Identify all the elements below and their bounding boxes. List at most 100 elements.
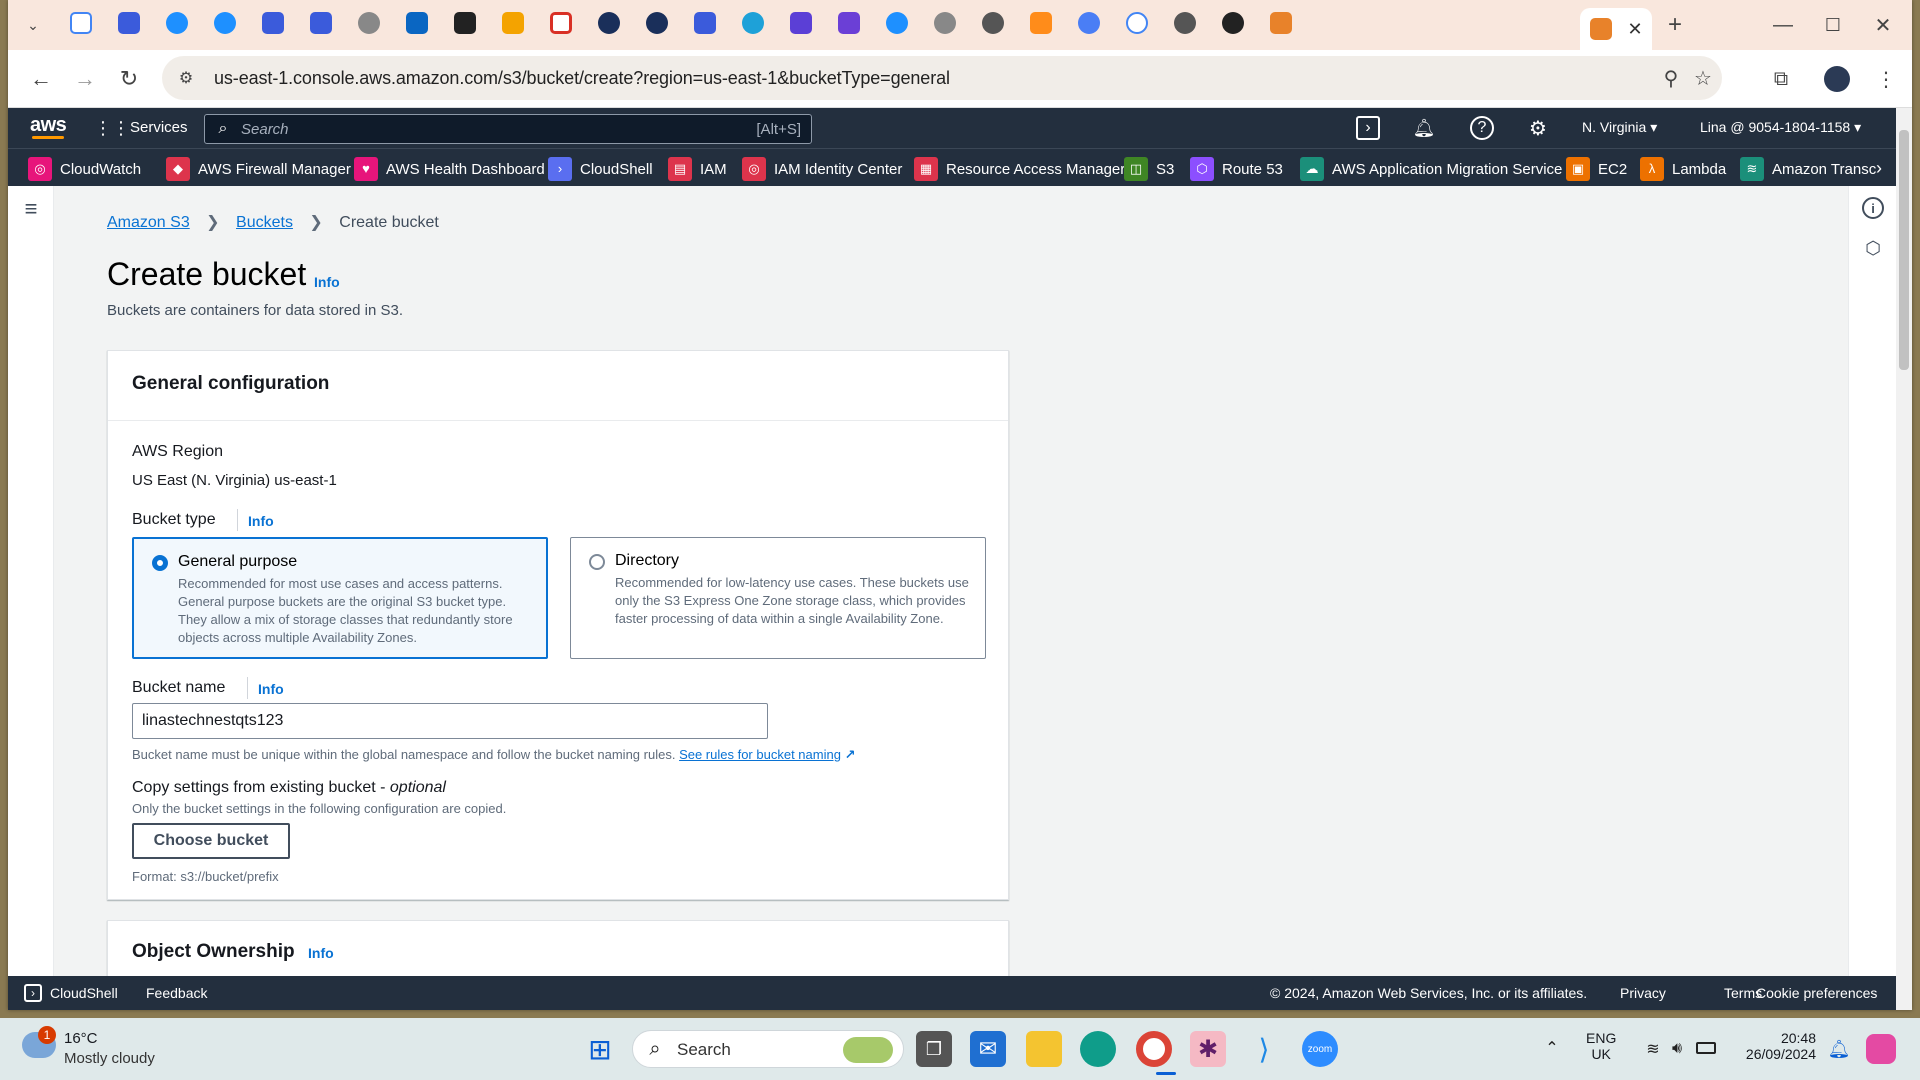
tab-icon[interactable] [1174,12,1196,34]
mail-icon[interactable]: ✉ [970,1031,1006,1067]
edge-icon[interactable] [1080,1031,1116,1067]
tab-icon[interactable] [454,12,476,34]
battery-icon[interactable] [1696,1042,1716,1054]
tab-icon[interactable] [1078,12,1100,34]
tab-icon[interactable] [886,12,908,34]
site-info-icon[interactable]: ⚙ [174,66,198,90]
fav-iam[interactable]: ▤ IAM [668,157,727,181]
fav-firewall-manager[interactable]: ◆ AWS Firewall Manager [166,157,351,181]
scroll-thumb[interactable] [1899,130,1909,370]
fav-cloudshell[interactable]: › CloudShell [548,157,653,181]
tab-icon[interactable] [310,12,332,34]
region-selector[interactable]: N. Virginia ▾ [1582,119,1657,136]
tab-icon[interactable] [358,12,380,34]
tab-icon[interactable] [790,12,812,34]
bookmark-star-icon[interactable]: ☆ [1690,65,1716,91]
tab-icon[interactable] [502,12,524,34]
tab-icon[interactable] [166,12,188,34]
tab-icon[interactable] [1270,12,1292,34]
tab-icon[interactable] [1030,12,1052,34]
directory-option[interactable]: Directory Recommended for low-latency us… [570,537,986,659]
tab-icon[interactable] [1222,12,1244,34]
bucket-name-input[interactable]: linastechnestqts123 [132,703,768,739]
tab-icon[interactable] [646,12,668,34]
tab-icon[interactable] [262,12,284,34]
account-menu[interactable]: Lina @ 9054-1804-1158 ▾ [1700,119,1861,136]
breadcrumb-amazon-s3[interactable]: Amazon S3 [107,214,190,231]
minimize-icon[interactable]: — [1768,10,1798,40]
radio-selected[interactable] [152,555,168,571]
settings-gear-icon[interactable]: ⚙ [1526,116,1550,140]
ownership-info-link[interactable]: Info [308,945,334,961]
menu-icon[interactable]: ⋮ [1874,64,1898,94]
notification-bell-icon[interactable]: 🔔︎ [1828,1036,1851,1062]
active-tab[interactable]: ✕ [1580,8,1652,50]
address-bar[interactable]: ⚙ us-east-1.console.aws.amazon.com/s3/bu… [162,56,1722,100]
fav-route53[interactable]: ⬡ Route 53 [1190,157,1283,181]
vscode-icon[interactable]: ⟩ [1246,1031,1282,1067]
aws-logo[interactable]: aws [30,114,67,137]
back-icon[interactable]: ← [26,64,56,94]
fav-ec2[interactable]: ▣ EC2 [1566,157,1627,181]
fav-resource-access-manager[interactable]: ▦ Resource Access Manager [914,157,1125,181]
tab-icon[interactable] [838,12,860,34]
footer-cloudshell[interactable]: CloudShell [50,985,118,1001]
chrome-icon[interactable] [1136,1031,1172,1067]
fav-lambda[interactable]: λ Lambda [1640,157,1726,181]
favorites-scroll-right-icon[interactable]: › [1870,157,1888,179]
tab-icon[interactable] [934,12,956,34]
notifications-bell-icon[interactable]: 🔔︎ [1412,116,1436,140]
info-panel-icon[interactable]: i [1862,197,1884,219]
footer-feedback[interactable]: Feedback [146,985,207,1001]
naming-rules-link[interactable]: See rules for bucket naming [679,747,841,762]
windows-start-icon[interactable]: ⊞ [582,1031,618,1067]
help-icon[interactable]: ? [1470,116,1494,140]
page-scrollbar[interactable] [1896,108,1912,1010]
task-view-icon[interactable]: ❐ [916,1031,952,1067]
taskbar-search[interactable]: ⌕ Search [632,1030,904,1068]
tab-icon[interactable] [550,12,572,34]
choose-bucket-button[interactable]: Choose bucket [132,823,290,859]
cloudshell-icon[interactable]: › [1356,116,1380,140]
radio-unselected[interactable] [589,554,605,570]
footer-privacy[interactable]: Privacy [1620,985,1666,1001]
fav-amazon-transcribe[interactable]: ≋ Amazon Transc [1740,157,1876,181]
feedback-hexagon-icon[interactable]: ⬡ [1862,237,1884,259]
tab-icon[interactable] [406,12,428,34]
bucket-type-info-link[interactable]: Info [248,513,274,529]
fav-s3[interactable]: ◫ S3 [1124,157,1174,181]
close-window-icon[interactable]: ✕ [1868,10,1898,40]
tab-icon[interactable] [70,12,92,34]
external-link-icon[interactable]: ↗ [845,747,856,762]
show-hidden-icons-icon[interactable]: ⌃ [1540,1036,1564,1060]
new-tab-icon[interactable]: + [1662,11,1688,38]
fav-cloudwatch[interactable]: ◎ CloudWatch [28,157,141,181]
tab-icon[interactable] [214,12,236,34]
breadcrumb-buckets[interactable]: Buckets [236,214,293,231]
zoom-icon[interactable]: ⚲ [1658,65,1684,91]
general-purpose-option[interactable]: General purpose Recommended for most use… [132,537,548,659]
page-info-link[interactable]: Info [314,274,340,290]
file-explorer-icon[interactable] [1026,1031,1062,1067]
fav-application-migration[interactable]: ☁ AWS Application Migration Service [1300,157,1562,181]
fav-iam-identity-center[interactable]: ◎ IAM Identity Center [742,157,902,181]
language-indicator[interactable]: ENG UK [1586,1030,1616,1062]
copilot-icon[interactable] [1866,1034,1896,1064]
close-tab-icon[interactable]: ✕ [1624,18,1646,40]
tab-icon[interactable] [742,12,764,34]
cloudshell-icon[interactable]: › [24,984,42,1002]
tab-icon[interactable] [118,12,140,34]
tab-icon[interactable] [982,12,1004,34]
tab-icon[interactable] [598,12,620,34]
zoom-icon[interactable]: zoom [1302,1031,1338,1067]
aws-search-input[interactable]: ⌕ Search [Alt+S] [204,114,812,144]
tab-icon[interactable] [1126,12,1148,34]
services-label[interactable]: Services [130,119,188,136]
maximize-icon[interactable]: ☐ [1818,10,1848,40]
hamburger-menu-icon[interactable]: ≡ [18,196,44,222]
clock[interactable]: 20:48 26/09/2024 [1736,1030,1816,1062]
tab-list-icon[interactable]: ⌄ [20,12,46,38]
footer-cookie-preferences[interactable]: Cookie preferences [1756,985,1877,1001]
bucket-name-info-link[interactable]: Info [258,681,284,697]
slack-icon[interactable]: ✱ [1190,1031,1226,1067]
